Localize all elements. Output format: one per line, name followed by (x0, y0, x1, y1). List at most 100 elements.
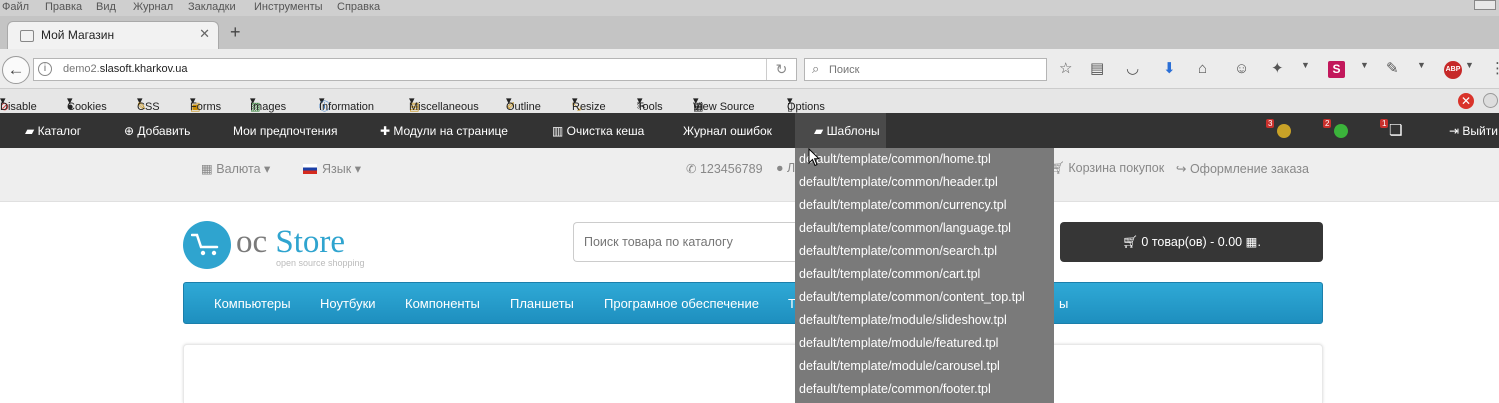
webdev-close-icon[interactable]: ✕ (1458, 93, 1474, 109)
s-extension-icon[interactable]: S (1328, 61, 1345, 78)
chat-bubbles-icon[interactable]: ❏ (1389, 121, 1402, 139)
category-laptops[interactable]: Ноутбуки (320, 296, 376, 311)
template-item[interactable]: default/template/common/language.tpl (799, 221, 1011, 235)
tab-strip (0, 16, 1499, 49)
admin-preferences[interactable]: Мои предпочтения (233, 124, 337, 138)
template-item[interactable]: default/template/common/content_top.tpl (799, 290, 1025, 304)
tab-close-icon[interactable]: ✕ (199, 26, 210, 42)
menu-file[interactable]: Файл (2, 0, 29, 14)
cart-link[interactable]: 🛒︎ Корзина покупок (1049, 161, 1164, 176)
category-components[interactable]: Компоненты (405, 296, 480, 311)
webdev-cookies[interactable]: ● Cookies ▾ (67, 95, 107, 113)
menu-bookmarks[interactable]: Закладки (188, 0, 236, 14)
category-hidden-2[interactable]: ы (1059, 296, 1068, 311)
downloads-icon[interactable]: ⬇ (1163, 60, 1176, 78)
webdev-resize[interactable]: ⤡ Resize ▾ (572, 95, 606, 113)
category-software[interactable]: Програмное обеспечение (604, 296, 759, 311)
shop-top-bar: ▦ Валюта ▾ Язык ▾ ✆ 123456789 ● Л 🛒︎ Кор… (0, 148, 1499, 202)
webdev-view-source[interactable]: ▦ View Source ▾ (693, 95, 755, 113)
logout-icon: ⇥ (1449, 124, 1463, 138)
admin-templates[interactable]: ▰ Шаблоны (814, 124, 880, 138)
new-tab-button[interactable]: + (230, 23, 241, 41)
puzzle-icon: ✚ (380, 124, 394, 138)
reload-icon[interactable]: ↻ (766, 59, 796, 80)
admin-error-log[interactable]: Журнал ошибок (683, 124, 772, 138)
category-tablets[interactable]: Планшеты (510, 296, 574, 311)
webdev-images[interactable]: ▨ Images ▾ (250, 95, 286, 113)
webdev-miscellaneous[interactable]: ▤ Miscellaneous ▾ (409, 95, 479, 113)
adblock-dropdown-icon[interactable]: ▼ (1465, 60, 1474, 70)
webdev-disable[interactable]: ⊘ Disable ▾ (0, 95, 37, 113)
eyedropper-dropdown-icon[interactable]: ▼ (1417, 60, 1426, 70)
product-search-input[interactable] (584, 235, 794, 249)
admin-logout[interactable]: ⇥ Выйти (1449, 124, 1498, 138)
admin-add[interactable]: ⊕ Добавить (124, 124, 190, 138)
template-item[interactable]: default/template/common/cart.tpl (799, 267, 980, 281)
url-prefix: demo2. (63, 63, 100, 75)
account-link[interactable]: ● Л (776, 161, 795, 175)
category-computers[interactable]: Компьютеры (214, 296, 291, 311)
menu-tools[interactable]: Инструменты (254, 0, 323, 14)
tab-title: Мой Магазин (41, 28, 115, 42)
chat-smile-icon[interactable]: ☺ (1234, 60, 1249, 78)
arrow-left-icon: ← (7, 60, 25, 79)
home-icon[interactable]: ⌂ (1198, 60, 1207, 78)
url-domain: slasoft.kharkov.ua (99, 63, 188, 75)
eyedropper-icon[interactable]: ✎ (1386, 60, 1399, 78)
folder-open-icon: ▰ (25, 124, 38, 138)
site-info-icon[interactable]: i (38, 62, 52, 76)
checkout-link[interactable]: ↪ Оформление заказа (1176, 161, 1309, 176)
admin-clear-cache[interactable]: ▥ Очистка кеша (552, 124, 644, 138)
menu-view[interactable]: Вид (96, 0, 116, 14)
template-item[interactable]: default/template/common/search.tpl (799, 244, 997, 258)
webdev-css[interactable]: ✎ CSS ▾ (137, 95, 160, 113)
webdev-toggle-button[interactable] (1483, 93, 1498, 108)
admin-page-modules[interactable]: ✚ Модули на странице (380, 124, 508, 138)
search-icon: ⌕ (812, 61, 820, 76)
bookmark-star-icon[interactable]: ☆ (1059, 60, 1072, 78)
s-extension-dropdown-icon[interactable]: ▼ (1360, 60, 1369, 70)
menu-edit[interactable]: Правка (45, 0, 82, 14)
template-item[interactable]: default/template/module/featured.tpl (799, 336, 998, 350)
back-button[interactable]: ← (2, 56, 30, 84)
user-icon: ● (776, 161, 788, 175)
browser-search-bar[interactable]: ⌕ (804, 58, 1047, 81)
product-search-box[interactable] (573, 222, 798, 262)
menu-help[interactable]: Справка (337, 0, 380, 14)
browser-tab[interactable]: Мой Магазин ✕ (7, 21, 219, 50)
reading-list-icon[interactable]: ▤ (1090, 60, 1104, 78)
templates-dropdown: default/template/common/home.tpl default… (795, 148, 1054, 403)
language-dropdown[interactable]: Язык ▾ (322, 161, 361, 176)
gear-orange-icon[interactable] (1277, 124, 1291, 138)
webdev-information[interactable]: ⓘ Information ▾ (319, 95, 374, 113)
admin-bar: ▰ Каталог ⊕ Добавить Мои предпочтения ✚ … (0, 113, 1499, 148)
logo-text[interactable]: oc Store (236, 224, 345, 260)
gear-green-icon[interactable] (1334, 124, 1348, 138)
template-item[interactable]: default/template/module/slideshow.tpl (799, 313, 1007, 327)
menu-history[interactable]: Журнал (133, 0, 173, 14)
window-minimize-button[interactable] (1474, 0, 1496, 10)
webdev-forms[interactable]: ▣ Forms ▾ (190, 95, 221, 113)
webdev-options[interactable]: ▯ Options ▾ (787, 95, 825, 113)
adblock-icon[interactable]: ABP (1444, 61, 1462, 79)
template-item[interactable]: default/template/common/footer.tpl (799, 382, 991, 396)
extension-icon[interactable]: ✦ (1271, 60, 1284, 78)
pocket-icon[interactable]: ◡ (1126, 60, 1139, 78)
webdev-outline[interactable]: ✐ Outline ▾ (506, 95, 541, 113)
cart-button[interactable]: 🛒︎ 0 товар(ов) - 0.00 ▦. (1060, 222, 1323, 262)
notification-badge-messages: 1 (1380, 119, 1389, 128)
phone-icon: ✆ (686, 162, 700, 176)
url-bar[interactable]: i demo2.slasoft.kharkov.ua ↻ (33, 58, 797, 81)
webdev-tools[interactable]: ✂ Tools ▾ (637, 95, 663, 113)
currency-dropdown[interactable]: ▦ Валюта ▾ (201, 161, 270, 176)
extension-dropdown-icon[interactable]: ▼ (1301, 60, 1310, 70)
template-item[interactable]: default/template/common/home.tpl (799, 152, 991, 166)
phone-link[interactable]: ✆ 123456789 (686, 161, 763, 176)
template-item[interactable]: default/template/module/carousel.tpl (799, 359, 1000, 373)
overflow-menu-icon[interactable]: ⋮ (1490, 60, 1499, 78)
browser-search-input[interactable] (829, 62, 1039, 78)
template-item[interactable]: default/template/common/currency.tpl (799, 198, 1007, 212)
logo-cart-icon[interactable] (183, 221, 231, 269)
template-item[interactable]: default/template/common/header.tpl (799, 175, 998, 189)
admin-catalog[interactable]: ▰ Каталог (25, 124, 81, 138)
